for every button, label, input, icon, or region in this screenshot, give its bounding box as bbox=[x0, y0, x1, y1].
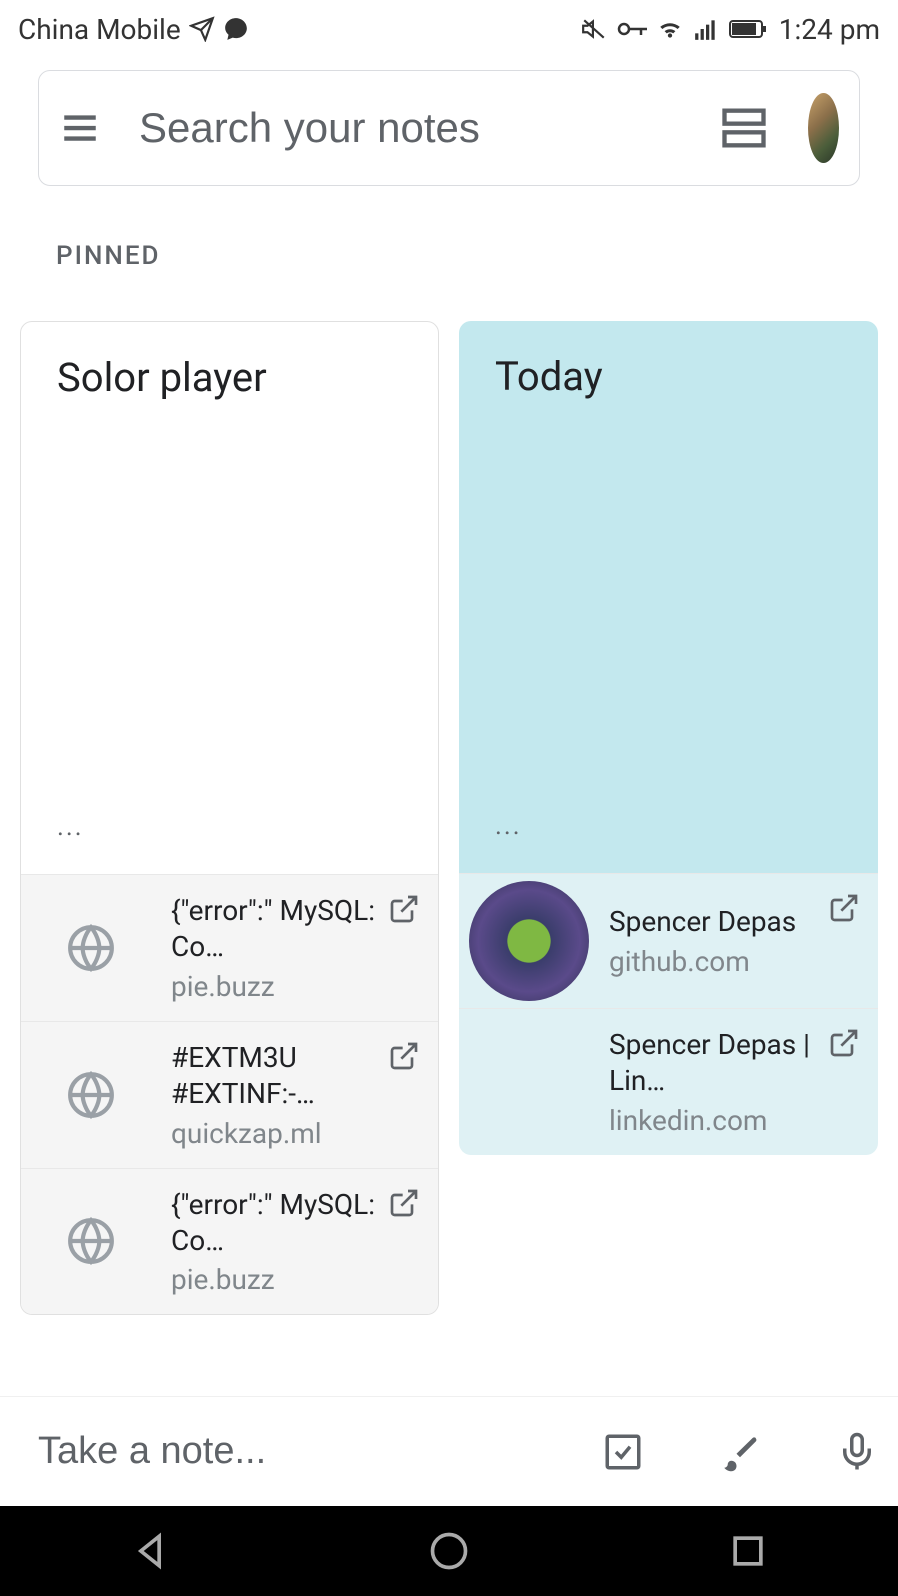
globe-icon bbox=[66, 1216, 116, 1266]
link-attachment[interactable]: #EXTM3U #EXTINF:-… quickzap.ml bbox=[21, 1021, 438, 1168]
link-avatar-icon bbox=[469, 881, 589, 1001]
link-title: Spencer Depas bbox=[609, 904, 828, 940]
signal-icon bbox=[693, 16, 719, 42]
link-attachment[interactable]: Spencer Depas github.com bbox=[459, 873, 878, 1008]
send-icon bbox=[189, 16, 215, 42]
battery-icon bbox=[729, 18, 769, 40]
recent-button[interactable] bbox=[726, 1529, 770, 1573]
globe-icon bbox=[66, 1070, 116, 1120]
vpn-key-icon bbox=[617, 19, 647, 39]
link-title: Spencer Depas | Lin… bbox=[609, 1027, 828, 1100]
open-external-icon[interactable] bbox=[828, 892, 860, 924]
note-column: Solor player ... {"error":" MySQL: Co… p… bbox=[20, 321, 439, 1315]
status-right: 1:24 pm bbox=[581, 13, 880, 46]
link-domain: pie.buzz bbox=[171, 1263, 388, 1296]
link-thumb bbox=[21, 1070, 161, 1120]
link-attachment[interactable]: {"error":" MySQL: Co… pie.buzz bbox=[21, 874, 438, 1021]
wifi-icon bbox=[657, 16, 683, 42]
note-card[interactable]: Today ... Spencer Depas github.com bbox=[459, 321, 878, 1155]
navigation-bar bbox=[0, 1506, 898, 1596]
globe-icon bbox=[66, 923, 116, 973]
link-title: {"error":" MySQL: Co… bbox=[171, 1187, 388, 1260]
note-column: Today ... Spencer Depas github.com bbox=[459, 321, 878, 1315]
menu-icon[interactable] bbox=[59, 107, 101, 149]
link-thumb bbox=[21, 923, 161, 973]
notes-grid: Solor player ... {"error":" MySQL: Co… p… bbox=[20, 321, 878, 1315]
home-button[interactable] bbox=[427, 1529, 471, 1573]
brush-icon[interactable] bbox=[719, 1431, 761, 1473]
link-body: #EXTM3U #EXTINF:-… quickzap.ml bbox=[161, 1022, 388, 1168]
link-domain: quickzap.ml bbox=[171, 1117, 388, 1150]
link-domain: pie.buzz bbox=[171, 970, 388, 1003]
link-attachment[interactable]: {"error":" MySQL: Co… pie.buzz bbox=[21, 1168, 438, 1315]
link-thumb bbox=[21, 1216, 161, 1266]
view-toggle-icon[interactable] bbox=[718, 102, 770, 154]
mic-icon[interactable] bbox=[836, 1431, 878, 1473]
note-title: Today bbox=[495, 353, 842, 400]
link-body: {"error":" MySQL: Co… pie.buzz bbox=[161, 875, 388, 1021]
open-external-icon[interactable] bbox=[828, 1027, 860, 1059]
link-domain: github.com bbox=[609, 945, 828, 978]
note-body[interactable]: Today ... bbox=[459, 321, 878, 873]
open-external-icon[interactable] bbox=[388, 893, 420, 925]
search-container bbox=[38, 70, 860, 186]
search-input[interactable] bbox=[139, 104, 680, 152]
note-ellipsis: ... bbox=[57, 812, 402, 842]
link-domain: linkedin.com bbox=[609, 1104, 828, 1137]
link-title: #EXTM3U #EXTINF:-… bbox=[171, 1040, 388, 1113]
status-left: China Mobile bbox=[18, 13, 249, 46]
clock-label: 1:24 pm bbox=[779, 13, 880, 46]
link-body: {"error":" MySQL: Co… pie.buzz bbox=[161, 1169, 388, 1315]
link-thumb bbox=[459, 881, 599, 1001]
open-external-icon[interactable] bbox=[388, 1040, 420, 1072]
link-body: Spencer Depas | Lin… linkedin.com bbox=[599, 1009, 828, 1155]
note-title: Solor player bbox=[57, 354, 402, 401]
link-body: Spencer Depas github.com bbox=[599, 886, 828, 995]
bottom-bar bbox=[0, 1396, 898, 1506]
note-card[interactable]: Solor player ... {"error":" MySQL: Co… p… bbox=[20, 321, 439, 1315]
note-ellipsis: ... bbox=[495, 811, 842, 841]
back-button[interactable] bbox=[128, 1529, 172, 1573]
mute-icon bbox=[581, 16, 607, 42]
status-bar: China Mobile 1:24 pm bbox=[0, 0, 898, 50]
profile-avatar[interactable] bbox=[808, 93, 839, 163]
checklist-icon[interactable] bbox=[602, 1431, 644, 1473]
link-attachment[interactable]: Spencer Depas | Lin… linkedin.com bbox=[459, 1008, 878, 1155]
open-external-icon[interactable] bbox=[388, 1187, 420, 1219]
take-note-input[interactable] bbox=[38, 1430, 527, 1473]
section-header-pinned: PINNED bbox=[56, 241, 898, 271]
chat-icon bbox=[223, 16, 249, 42]
carrier-label: China Mobile bbox=[18, 13, 181, 46]
link-title: {"error":" MySQL: Co… bbox=[171, 893, 388, 966]
search-bar[interactable] bbox=[38, 70, 860, 186]
note-body[interactable]: Solor player ... bbox=[21, 322, 438, 874]
